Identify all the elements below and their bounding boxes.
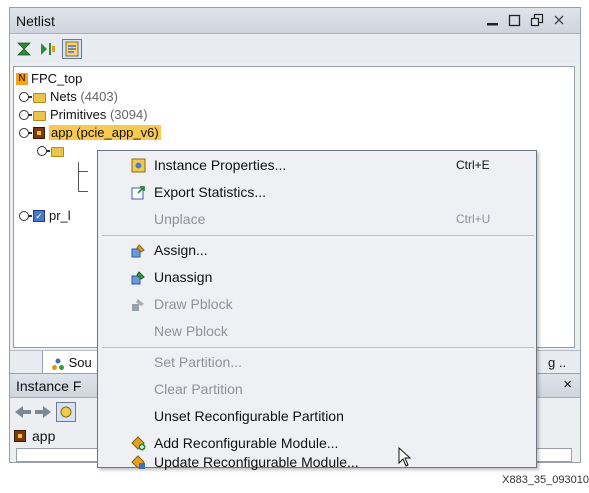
back-arrow-icon[interactable] [14,404,32,420]
tree-node-child-folder[interactable] [36,142,68,160]
restore-icon[interactable] [528,11,546,29]
expand-toggle-icon[interactable] [18,109,32,121]
unassign-icon [131,270,146,285]
tree-node-count: (4403) [80,89,118,105]
figure-caption: X883_35_093010 [502,474,589,486]
menu-item-update-reconfigurable-module[interactable]: Update Reconfigurable Module... [98,449,536,476]
update-module-icon [131,455,146,470]
tree-node-label: Nets [50,89,77,105]
netlist-title: Netlist [16,13,55,29]
folder-icon [33,110,46,121]
refresh-icon[interactable] [56,402,76,422]
menu-item-unassign[interactable]: Unassign [98,264,536,291]
netlist-logo-icon: N [16,72,28,85]
menu-item-label: Unassign [154,269,213,285]
context-menu: Instance Properties... Ctrl+E Export Sta… [97,150,537,470]
menu-item-instance-properties[interactable]: Instance Properties... Ctrl+E [98,152,536,179]
properties-icon [131,158,146,173]
hierarchical-cell-icon [14,430,26,442]
menu-item-new-pblock[interactable]: New Pblock [98,318,536,345]
folder-icon [51,146,64,157]
tree-node-label: app (pcie_app_v6) [49,125,161,141]
tree-connector [78,171,88,172]
mouse-cursor-icon [398,447,414,467]
menu-item-label: Unset Reconfigurable Partition [154,408,344,424]
menu-item-label: Draw Pblock [154,296,233,312]
tree-node-label: Primitives [50,107,107,123]
checkbox-cell-icon: ✓ [33,209,45,222]
maximize-icon[interactable] [506,11,524,29]
minimize-icon[interactable] [484,11,502,29]
menu-item-draw-pblock[interactable]: Draw Pblock [98,291,536,318]
menu-item-label: Assign... [154,242,208,258]
forward-arrow-icon[interactable] [34,404,52,420]
menu-item-shortcut: Ctrl+U [456,212,491,226]
tree-node-root[interactable]: N FPC_top [16,70,82,88]
tree-node-app[interactable]: app (pcie_app_v6) [18,124,161,142]
menu-item-clear-partition[interactable]: Clear Partition [98,376,536,403]
expand-toggle-icon[interactable] [36,145,50,157]
close-icon[interactable]: × [563,376,572,393]
sources-icon [51,357,65,371]
tree-node-pr[interactable]: ✓ pr_l [18,207,71,225]
menu-item-label: Set Partition... [154,354,242,370]
menu-separator [102,347,534,348]
hierarchical-cell-icon [33,126,45,139]
menu-item-label: Instance Properties... [154,157,287,173]
tree-node-label: pr_l [49,208,71,224]
tree-node-primitives[interactable]: Primitives (3094) [18,106,148,124]
menu-item-label: Update Reconfigurable Module... [154,454,359,470]
instance-window-title: Instance F [16,378,82,394]
tree-node-nets[interactable]: Nets (4403) [18,88,118,106]
tab-label: Sou [68,355,92,370]
instance-name: app [32,428,56,444]
menu-item-unset-reconfigurable-partition[interactable]: Unset Reconfigurable Partition [98,403,536,430]
export-icon [131,185,146,200]
menu-item-unplace[interactable]: Unplace Ctrl+U [98,206,536,233]
draw-pblock-icon [131,297,146,312]
menu-item-assign[interactable]: Assign... [98,237,536,264]
expand-toggle-icon[interactable] [18,127,32,139]
expand-icon[interactable] [38,39,58,59]
assign-icon [131,243,146,258]
menu-item-label: New Pblock [154,323,228,339]
menu-separator [102,235,534,236]
menu-item-shortcut: Ctrl+E [456,158,490,172]
menu-item-set-partition[interactable]: Set Partition... [98,349,536,376]
expand-toggle-icon[interactable] [18,210,32,222]
tree-connector [78,162,88,192]
menu-item-label: Clear Partition [154,381,243,397]
collapse-all-icon[interactable] [14,39,34,59]
folder-icon [33,92,46,103]
tree-node-count: (3094) [109,107,148,123]
show-selection-icon[interactable] [62,39,82,59]
netlist-title-bar[interactable]: Netlist [10,8,580,34]
netlist-toolbar [10,35,580,63]
tree-node-label: FPC_top [31,71,83,87]
tab-right[interactable]: g .. [540,351,580,375]
tab-label: g .. [548,355,567,370]
menu-item-label: Export Statistics... [154,184,267,200]
menu-item-export-statistics[interactable]: Export Statistics... [98,179,536,206]
expand-toggle-icon[interactable] [18,91,32,103]
close-icon[interactable] [550,11,568,29]
menu-item-label: Unplace [154,211,206,227]
